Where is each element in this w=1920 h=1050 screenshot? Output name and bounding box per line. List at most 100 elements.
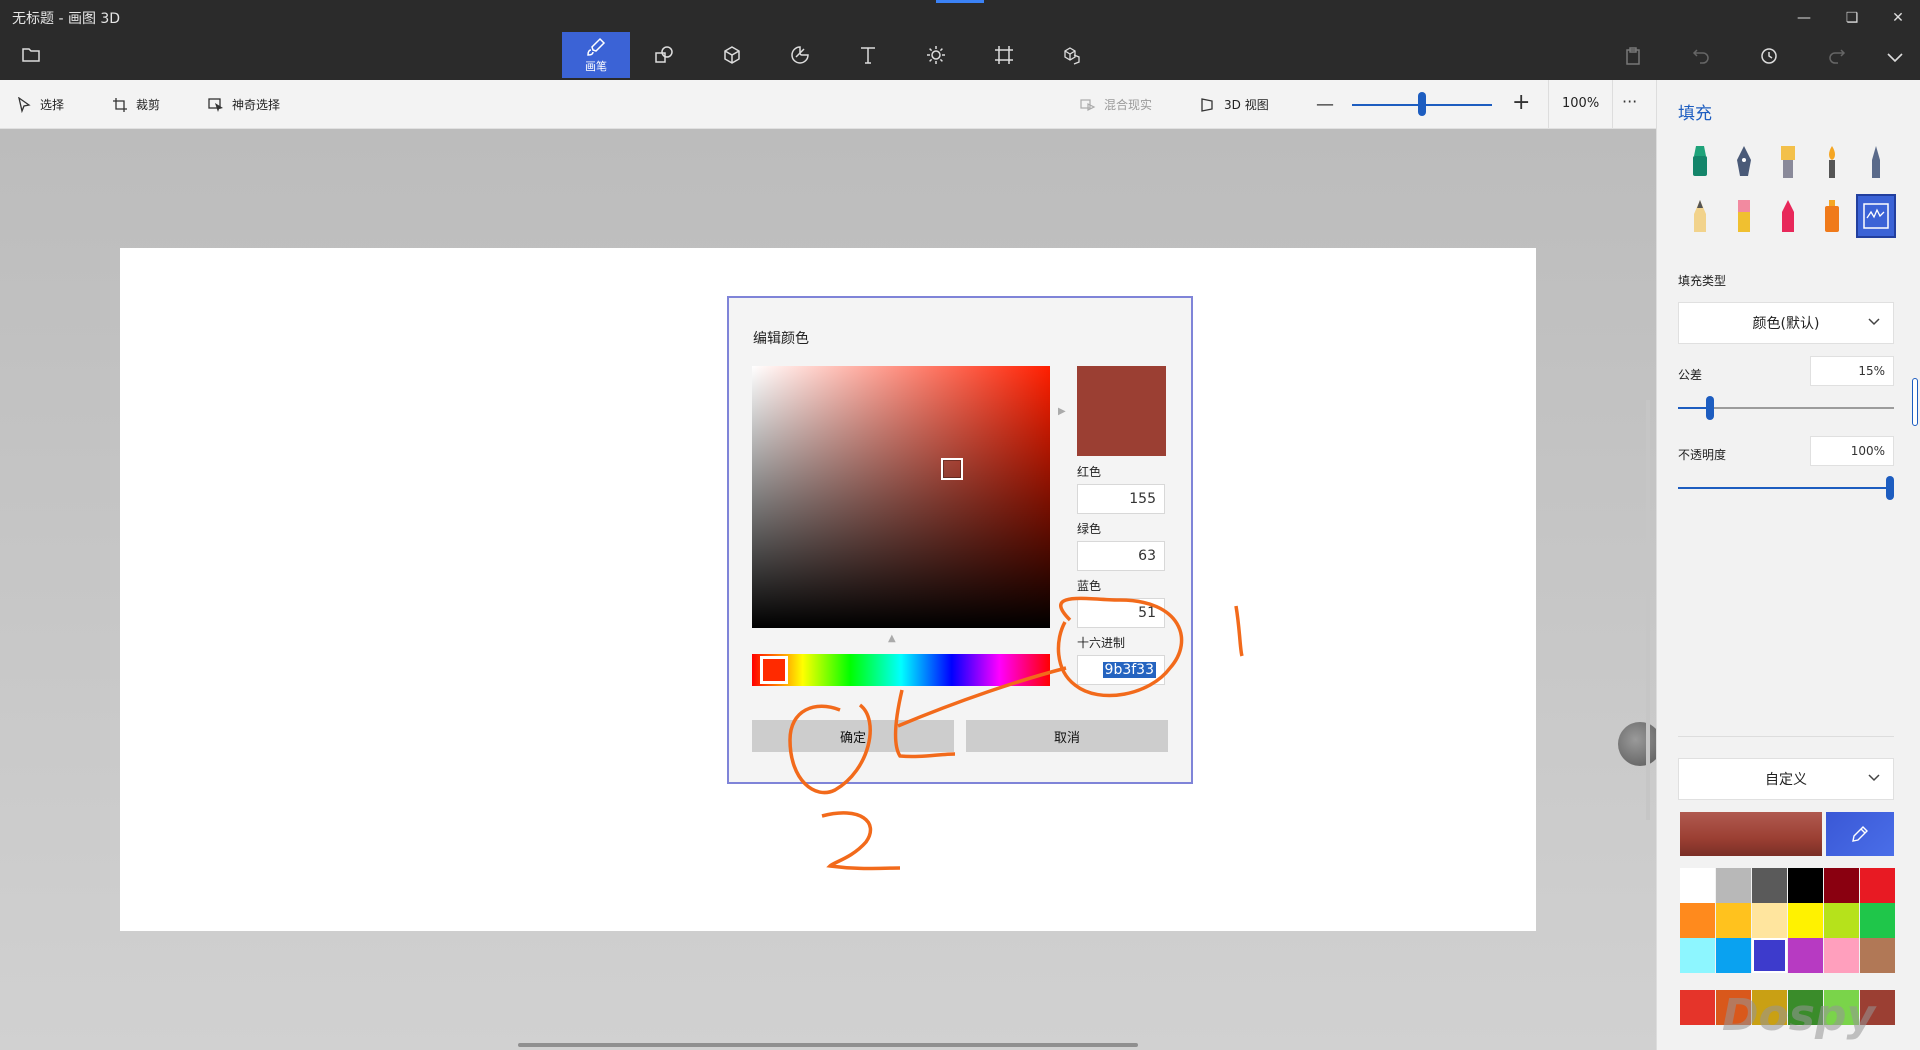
expand-chevron-icon[interactable]: [1886, 49, 1904, 68]
red-input[interactable]: 155: [1077, 484, 1165, 514]
palette-swatch[interactable]: [1860, 903, 1895, 938]
ok-button[interactable]: 确定: [752, 720, 954, 752]
palette-swatch[interactable]: [1680, 990, 1715, 1025]
divider: [1678, 736, 1894, 737]
palette-swatch[interactable]: [1824, 938, 1859, 973]
palette-swatch[interactable]: [1680, 868, 1715, 903]
redo-icon[interactable]: [1828, 47, 1846, 69]
pixel-pen-brush[interactable]: [1858, 142, 1894, 182]
palette-swatch[interactable]: [1824, 903, 1859, 938]
palette-swatch[interactable]: [1716, 938, 1751, 973]
palette-swatch[interactable]: [1788, 903, 1823, 938]
saturation-value-picker[interactable]: [752, 366, 1050, 628]
palette-swatch[interactable]: [1752, 868, 1787, 903]
palette-swatch[interactable]: [1752, 938, 1787, 973]
opacity-slider-thumb[interactable]: [1886, 476, 1894, 500]
tool-effects[interactable]: [902, 32, 970, 78]
restore-button[interactable]: ❏: [1832, 4, 1872, 32]
zoom-slider-thumb[interactable]: [1418, 92, 1426, 116]
spray-can-brush[interactable]: [1814, 196, 1850, 236]
tool-text[interactable]: [834, 32, 902, 78]
view-3d-button[interactable]: 3D 视图: [1200, 96, 1269, 113]
tool-3d-shapes[interactable]: [698, 32, 766, 78]
palette-swatch[interactable]: [1860, 938, 1895, 973]
fill-type-dropdown[interactable]: 颜色(默认): [1678, 302, 1894, 344]
palette-swatch[interactable]: [1788, 938, 1823, 973]
pencil-brush[interactable]: [1682, 196, 1718, 236]
crayon-brush[interactable]: [1770, 196, 1806, 236]
select-button[interactable]: 选择: [16, 96, 64, 113]
cancel-button[interactable]: 取消: [966, 720, 1168, 752]
oil-brush[interactable]: [1770, 142, 1806, 182]
crop-button[interactable]: 裁剪: [112, 96, 160, 113]
magic-select-button[interactable]: 神奇选择: [208, 96, 280, 113]
palette-swatch[interactable]: [1680, 903, 1715, 938]
fill-bucket-brush[interactable]: [1856, 194, 1896, 238]
select-label: 选择: [40, 98, 65, 112]
calligraphy-pen-brush[interactable]: [1726, 142, 1762, 182]
brush-icon: [587, 37, 606, 56]
eraser-brush[interactable]: [1726, 196, 1762, 236]
tool-2d-shapes[interactable]: [630, 32, 698, 78]
watercolor-brush[interactable]: [1814, 142, 1850, 182]
workspace-scrollbar[interactable]: [1646, 400, 1650, 820]
history-icon[interactable]: [1760, 47, 1778, 69]
hex-value-selected: 9b3f33: [1102, 662, 1156, 678]
tool-3d-library[interactable]: [1038, 32, 1106, 78]
horizontal-scrollbar[interactable]: [518, 1043, 1138, 1047]
more-options-button[interactable]: ···: [1622, 92, 1637, 111]
sticker-icon: [791, 46, 809, 64]
palette-swatch[interactable]: [1824, 868, 1859, 903]
hue-slider[interactable]: [752, 654, 1050, 686]
tool-canvas[interactable]: [970, 32, 1038, 78]
canvas-crop-icon: [995, 46, 1013, 64]
panel-title: 填充: [1678, 104, 1712, 124]
palette-swatch[interactable]: [1680, 938, 1715, 973]
eyedropper-button[interactable]: [1826, 812, 1894, 856]
hue-slider-handle[interactable]: [760, 656, 788, 684]
tool-stickers[interactable]: [766, 32, 834, 78]
magic-select-icon: [208, 97, 223, 112]
fill-icon: [1863, 203, 1889, 229]
crayon-icon: [1782, 200, 1794, 232]
2d-shapes-icon: [655, 46, 673, 63]
command-bar: 选择 裁剪 神奇选择 混合现实 3D 视图 — + 100% ···: [0, 80, 1656, 129]
tolerance-label: 公差: [1678, 368, 1703, 382]
menu-folder-icon[interactable]: [22, 46, 40, 66]
palette-swatch[interactable]: [1716, 903, 1751, 938]
sv-picker-handle[interactable]: [941, 458, 963, 480]
green-input[interactable]: 63: [1077, 541, 1165, 571]
tool-brushes[interactable]: 画笔: [562, 32, 630, 78]
tolerance-input[interactable]: 15%: [1810, 356, 1894, 386]
paste-icon[interactable]: [1624, 47, 1642, 69]
zoom-out-icon[interactable]: —: [1316, 94, 1334, 115]
opacity-input[interactable]: 100%: [1810, 436, 1894, 466]
text-icon: [861, 47, 875, 64]
panel-scrollbar-thumb[interactable]: [1912, 378, 1918, 426]
minimize-button[interactable]: —: [1784, 4, 1824, 32]
watermark-text: Dospy: [1722, 990, 1876, 1041]
chevron-down-icon: [1868, 774, 1880, 782]
current-color-swatch[interactable]: [1680, 812, 1822, 856]
zoom-in-icon[interactable]: +: [1512, 90, 1530, 115]
mixed-reality-button[interactable]: 混合现实: [1080, 96, 1152, 113]
palette-swatch[interactable]: [1788, 868, 1823, 903]
hex-input[interactable]: 9b3f33: [1077, 655, 1165, 685]
palette-swatch[interactable]: [1752, 903, 1787, 938]
palette-swatch[interactable]: [1716, 868, 1751, 903]
color-palette: [1680, 868, 1896, 973]
palette-dropdown-value: 自定义: [1765, 772, 1807, 788]
divider: [1612, 80, 1613, 128]
blue-input[interactable]: 51: [1077, 598, 1165, 628]
green-label: 绿色: [1077, 522, 1102, 536]
play-arrow-icon: ▶: [1058, 406, 1066, 417]
marker-brush[interactable]: [1682, 142, 1718, 182]
undo-icon[interactable]: [1692, 47, 1710, 69]
zoom-percent[interactable]: 100%: [1562, 96, 1599, 111]
hue-pointer-icon: ▲: [888, 633, 896, 644]
palette-swatch[interactable]: [1860, 868, 1895, 903]
palette-dropdown[interactable]: 自定义: [1678, 758, 1894, 800]
tolerance-slider-thumb[interactable]: [1706, 396, 1715, 420]
mixed-reality-label: 混合现实: [1104, 98, 1153, 112]
close-button[interactable]: ✕: [1878, 4, 1918, 32]
